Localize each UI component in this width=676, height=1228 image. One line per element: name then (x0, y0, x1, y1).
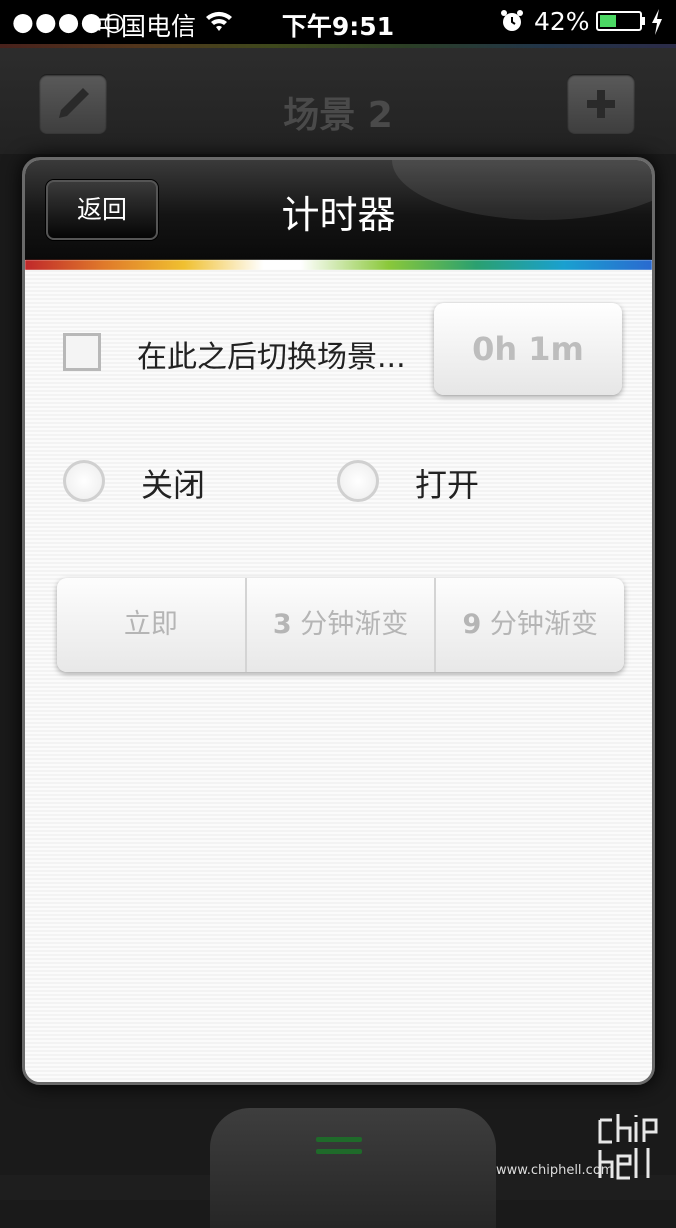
segment-3-min-fade[interactable]: 3 分钟渐变 (247, 578, 437, 672)
transition-segmented-control: 立即 3 分钟渐变 9 分钟渐变 (57, 578, 624, 672)
segment-9-label: 分钟渐变 (489, 609, 598, 640)
battery-icon (596, 11, 642, 31)
segment-9-min-fade[interactable]: 9 分钟渐变 (436, 578, 624, 672)
menu-handle-icon[interactable] (316, 1137, 362, 1159)
watermark-logo (598, 1114, 658, 1180)
timer-dialog: 返回 计时器 在此之后切换场景... 0h 1m 关闭 打开 立即 3 分钟渐变… (22, 157, 655, 1085)
switch-scene-label: 在此之后切换场景... (137, 340, 406, 375)
rainbow-divider (25, 260, 652, 270)
radio-off-label: 关闭 (141, 466, 206, 504)
alarm-icon (501, 10, 523, 31)
battery-percent: 42% (534, 7, 590, 36)
segment-9-number: 9 (462, 609, 482, 640)
segment-3-number: 3 (272, 609, 292, 640)
battery-fill (600, 15, 616, 27)
radio-on[interactable] (337, 460, 379, 502)
duration-button[interactable]: 0h 1m (434, 303, 622, 395)
watermark-url: www.chiphell.com (496, 1163, 614, 1178)
menu-handle-line (316, 1149, 362, 1154)
menu-handle-line (316, 1137, 362, 1142)
segment-immediate[interactable]: 立即 (57, 578, 247, 672)
charging-bolt-icon (652, 9, 662, 35)
dialog-body: 在此之后切换场景... 0h 1m 关闭 打开 立即 3 分钟渐变 9 分钟渐变 (25, 270, 652, 1082)
status-bar: ●●●●○ 中国电信 下午9:51 42% (0, 0, 676, 44)
plus-icon (587, 90, 615, 118)
menu-drawer-tab[interactable] (210, 1108, 496, 1228)
app-header: 场景 2 (0, 44, 676, 154)
segment-3-label: 分钟渐变 (300, 609, 409, 640)
switch-scene-checkbox[interactable] (63, 333, 101, 371)
segment-immediate-label: 立即 (123, 609, 178, 640)
dialog-header: 返回 计时器 (25, 160, 652, 260)
dialog-title: 计时器 (281, 193, 396, 237)
radio-on-label: 打开 (415, 466, 480, 504)
radio-off[interactable] (63, 460, 105, 502)
battery-cap (642, 17, 645, 25)
header-accent-strip (0, 44, 676, 48)
add-button[interactable] (567, 74, 635, 134)
